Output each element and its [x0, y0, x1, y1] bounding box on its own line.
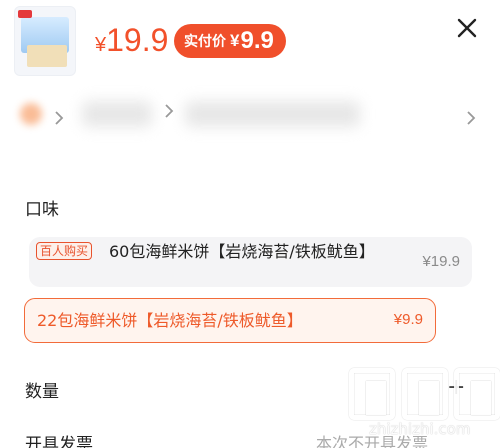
- flavor-title: 口味: [25, 200, 59, 220]
- product-tag-graphic: [18, 10, 32, 18]
- watermark-logo: [349, 368, 500, 420]
- popular-badge: 百人购买: [36, 242, 93, 260]
- invoice-title: 开具发票: [25, 435, 93, 448]
- deal-value: 9.9: [240, 27, 274, 54]
- blurred-promo-row[interactable]: [0, 95, 500, 140]
- flavor-option[interactable]: 百人购买 60包海鲜米饼【岩烧海苔/铁板鱿鱼】 ¥19.9: [29, 237, 472, 287]
- price-currency: ¥: [95, 34, 107, 56]
- close-icon[interactable]: [453, 14, 481, 42]
- product-cracker-graphic: [27, 45, 67, 67]
- deal-label: 实付价: [184, 33, 226, 49]
- chevron-right-icon: [55, 111, 64, 125]
- deal-price-badge: 实付价 ¥ 9.9: [174, 24, 286, 58]
- price-value: 19.9: [106, 22, 169, 58]
- original-price: ¥19.9: [95, 22, 168, 59]
- product-thumbnail[interactable]: [14, 6, 76, 76]
- chevron-right-icon: [165, 104, 174, 118]
- deal-currency: ¥: [230, 31, 240, 50]
- blurred-avatar: [20, 103, 42, 125]
- product-header: ¥19.9 实付价 ¥ 9.9: [0, 0, 500, 175]
- flavor-option-selected[interactable]: 22包海鲜米饼【岩烧海苔/铁板鱿鱼】 ¥9.9: [24, 298, 436, 343]
- option-price: ¥19.9: [422, 253, 460, 270]
- watermark-glyph: [349, 368, 395, 420]
- chevron-right-icon: [467, 111, 476, 125]
- option-label: 60包海鲜米饼【岩烧海苔/铁板鱿鱼】: [109, 242, 375, 261]
- quantity-title: 数量: [25, 382, 59, 402]
- option-price: ¥9.9: [393, 311, 423, 328]
- watermark-glyph: [401, 368, 448, 420]
- watermark-text: zhizhizhi.com: [369, 420, 471, 438]
- watermark: zhizhizhi.com: [349, 368, 500, 448]
- blurred-text: [185, 101, 360, 127]
- option-label: 22包海鲜米饼【岩烧海苔/铁板鱿鱼】: [37, 311, 303, 330]
- watermark-glyph: [454, 368, 500, 420]
- blurred-text: [82, 101, 152, 127]
